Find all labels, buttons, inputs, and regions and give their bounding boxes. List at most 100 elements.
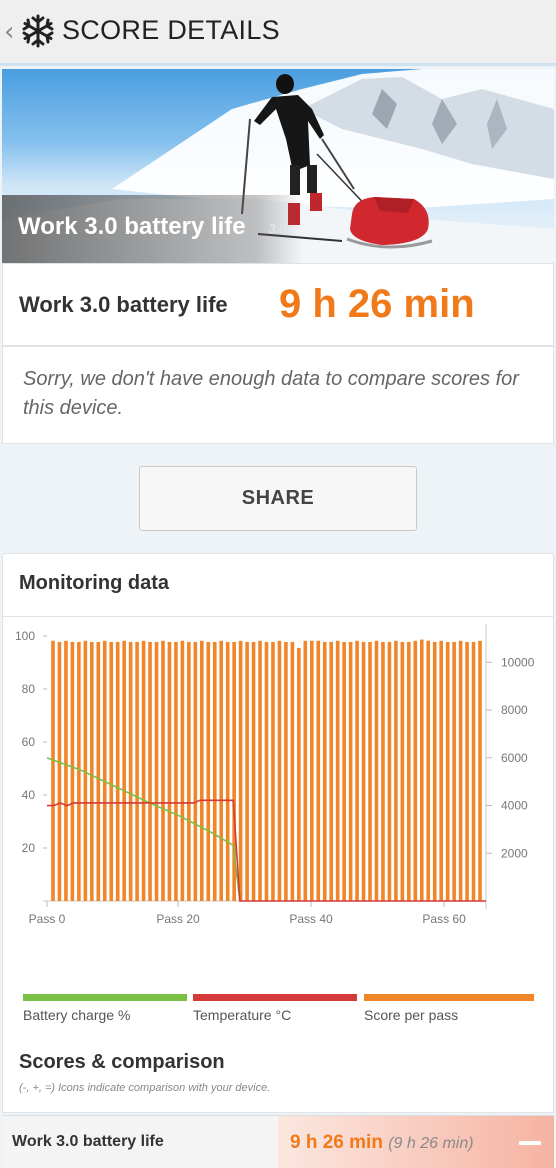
legend-score: Score per pass <box>364 994 534 1024</box>
score-bar <box>135 641 139 901</box>
score-bar <box>251 641 256 901</box>
legend-temperature: Temperature °C <box>193 994 357 1024</box>
score-bar <box>225 641 230 901</box>
score-bar <box>400 641 405 901</box>
score-bar <box>70 641 75 901</box>
divider <box>3 616 553 617</box>
legend-swatch-score <box>364 994 534 1001</box>
score-row-value-compare: (9 h 26 min) <box>388 1135 474 1152</box>
monitoring-card: Monitoring data 20 40 60 80 100 2000 4000 6000 8… <box>2 553 554 1113</box>
right-tick-label: 10000 <box>501 655 535 669</box>
legend-label-battery: Battery charge % <box>23 1007 131 1023</box>
score-bar <box>77 641 81 901</box>
hero-title: Work 3.0 battery life <box>18 213 246 240</box>
score-bar <box>96 641 101 901</box>
score-bar <box>394 640 398 901</box>
result-card: Work 3.0 battery life 9 h 26 min <box>2 263 554 346</box>
left-tick-label: 100 <box>15 629 35 643</box>
score-bar <box>309 640 314 901</box>
score-bar <box>478 640 482 901</box>
legend-swatch-temperature <box>193 994 357 1001</box>
right-tick-label: 8000 <box>501 703 528 717</box>
score-row[interactable]: Work 3.0 battery life 9 h 26 min (9 h 26… <box>2 1115 554 1168</box>
score-bar <box>322 641 327 901</box>
score-bar <box>419 639 424 901</box>
left-tick-label: 40 <box>22 788 36 802</box>
app-header: ‹ SCORE DETAILS <box>0 0 556 66</box>
x-tick-label: Pass 20 <box>156 912 200 926</box>
monitoring-chart: 20 40 60 80 100 2000 4000 6000 8000 10000 Pass 0 Pa… <box>15 624 535 926</box>
left-tick-label: 60 <box>22 735 36 749</box>
minus-icon[interactable] <box>518 1133 542 1153</box>
score-bar <box>452 641 456 901</box>
score-bar <box>284 641 288 901</box>
score-bar <box>355 640 359 901</box>
score-bar <box>206 641 211 901</box>
score-bar <box>109 641 114 901</box>
score-bar <box>258 640 262 901</box>
score-bar <box>154 641 159 901</box>
page-title: SCORE DETAILS <box>62 15 280 45</box>
score-bar <box>64 640 68 901</box>
score-bar <box>303 640 308 901</box>
score-bar <box>115 641 120 901</box>
score-bar <box>335 640 340 901</box>
score-bar <box>432 641 437 901</box>
left-tick-label: 80 <box>22 682 36 696</box>
score-bar <box>200 640 204 901</box>
score-bar <box>465 641 469 901</box>
score-row-label: Work 3.0 battery life <box>12 1133 164 1150</box>
comparison-notice-text: Sorry, we don't have enough data to comp… <box>23 368 519 419</box>
score-bar <box>329 641 333 901</box>
score-bar <box>102 640 107 901</box>
right-tick-label: 6000 <box>501 751 528 765</box>
score-bar <box>426 640 431 901</box>
share-button[interactable]: SHARE <box>139 466 417 531</box>
score-bar <box>342 641 346 901</box>
score-row-value-cell: 9 h 26 min (9 h 26 min) <box>278 1116 554 1168</box>
legend-battery: Battery charge % <box>23 994 187 1024</box>
scores-subtitle: (-, +, =) Icons indicate comparison with… <box>19 1082 271 1094</box>
score-bar <box>348 641 353 901</box>
score-bar <box>174 641 178 901</box>
back-icon[interactable]: ‹ <box>4 17 14 47</box>
hero-version: 3.0 <box>268 221 287 236</box>
score-bar <box>122 640 126 901</box>
scores-title: Scores & comparison <box>19 1051 225 1073</box>
score-bar <box>290 641 295 901</box>
score-bar <box>381 641 385 901</box>
x-tick-label: Pass 0 <box>29 912 66 926</box>
score-bar <box>413 640 418 901</box>
score-bar <box>57 641 62 901</box>
score-bar <box>128 641 133 901</box>
score-row-value-main: 9 h 26 min <box>290 1132 383 1153</box>
score-bar <box>316 640 321 901</box>
x-tick-label: Pass 40 <box>289 912 333 926</box>
comparison-notice-card: Sorry, we don't have enough data to comp… <box>2 346 554 444</box>
score-bar <box>297 647 301 901</box>
score-bar <box>238 640 243 901</box>
score-bar <box>245 641 249 901</box>
legend-label-score: Score per pass <box>364 1007 459 1023</box>
score-bar <box>161 640 165 901</box>
score-bar <box>219 640 224 901</box>
score-bar <box>212 641 217 901</box>
score-bar <box>361 641 366 901</box>
score-bar <box>407 641 411 901</box>
score-bar <box>51 640 55 901</box>
snowflake-icon <box>22 14 54 48</box>
score-bar <box>271 641 275 901</box>
score-bar <box>180 640 185 901</box>
right-tick-label: 2000 <box>501 846 528 860</box>
right-tick-label: 4000 <box>501 799 528 813</box>
score-row-value: 9 h 26 min (9 h 26 min) <box>290 1132 474 1154</box>
score-bar <box>141 640 146 901</box>
result-label: Work 3.0 battery life <box>19 292 228 317</box>
legend-swatch-battery <box>23 994 187 1001</box>
score-bar <box>368 641 372 901</box>
score-bar <box>148 641 152 901</box>
x-tick-label: Pass 60 <box>422 912 466 926</box>
legend-label-temperature: Temperature °C <box>193 1007 292 1023</box>
score-bar <box>471 641 476 901</box>
score-bar <box>387 641 392 901</box>
